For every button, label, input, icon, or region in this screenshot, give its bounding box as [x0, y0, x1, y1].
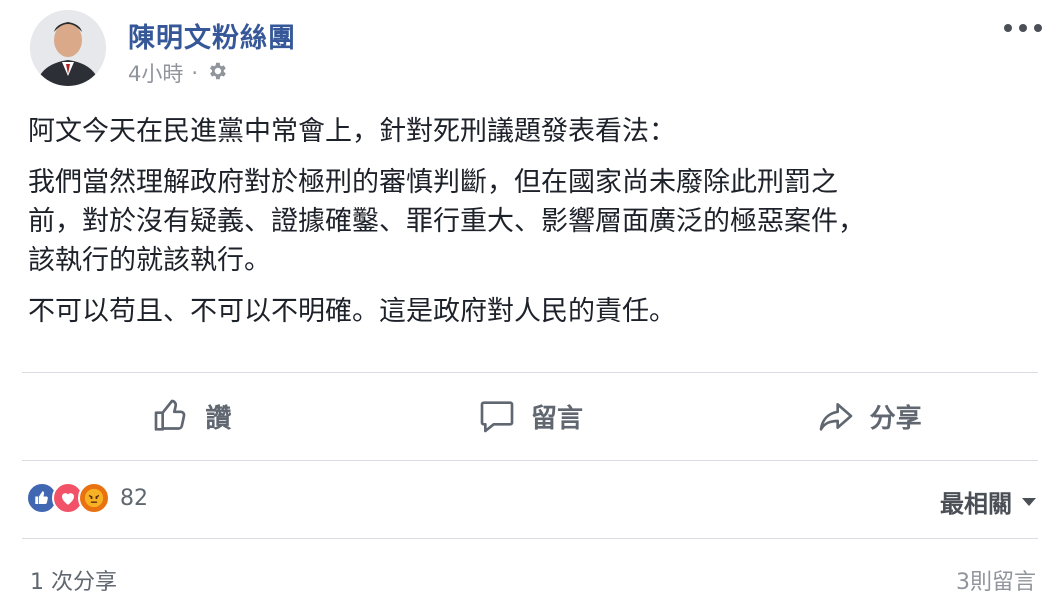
reaction-count: 82 — [120, 485, 148, 511]
post-meta: 4小時 · — [128, 58, 228, 88]
avatar-photo — [30, 10, 106, 86]
thumbs-up-icon — [154, 399, 186, 431]
reaction-summary[interactable]: 82 — [26, 482, 148, 514]
meta-separator: · — [191, 61, 199, 85]
action-bar: 讚 留言 分享 — [22, 382, 1038, 450]
comment-button[interactable]: 留言 — [361, 382, 700, 450]
share-button[interactable]: 分享 — [699, 382, 1038, 450]
share-label: 分享 — [869, 403, 922, 434]
comment-count[interactable]: 3則留言 — [956, 564, 1036, 596]
share-icon — [819, 403, 853, 431]
divider — [22, 372, 1038, 373]
post-body: 阿文今天在民進黨中常會上，針對死刑議題發表看法： 我們當然理解政府對於極刑的審慎… — [28, 112, 1038, 343]
comment-icon — [480, 401, 514, 433]
comment-sort-dropdown[interactable]: 最相關 — [940, 484, 1036, 519]
post-header: 陳明文粉絲團 4小時 · — [22, 6, 1042, 88]
gear-icon — [206, 60, 228, 87]
caret-down-icon — [1022, 497, 1036, 506]
post-paragraph: 阿文今天在民進黨中常會上，針對死刑議題發表看法： — [28, 116, 676, 147]
divider — [22, 460, 1038, 461]
avatar[interactable] — [30, 10, 106, 86]
post-paragraph: 不可以苟且、不可以不明確。這是政府對人民的責任。 — [28, 296, 676, 327]
like-label: 讚 — [205, 403, 232, 434]
post-time[interactable]: 4小時 — [128, 58, 183, 88]
comment-label: 留言 — [531, 403, 584, 434]
like-button[interactable]: 讚 — [22, 382, 361, 450]
angry-reaction-icon — [78, 482, 110, 514]
page-name[interactable]: 陳明文粉絲團 — [128, 16, 296, 55]
sort-label: 最相關 — [940, 490, 1012, 518]
post-paragraph: 我們當然理解政府對於極刑的審慎判斷，但在國家尚未廢除此刑罰之 前，對於沒有疑義、… — [28, 167, 865, 276]
share-count[interactable]: 1 次分享 — [30, 564, 117, 596]
more-options-icon[interactable] — [1004, 16, 1042, 40]
divider — [22, 538, 1038, 539]
